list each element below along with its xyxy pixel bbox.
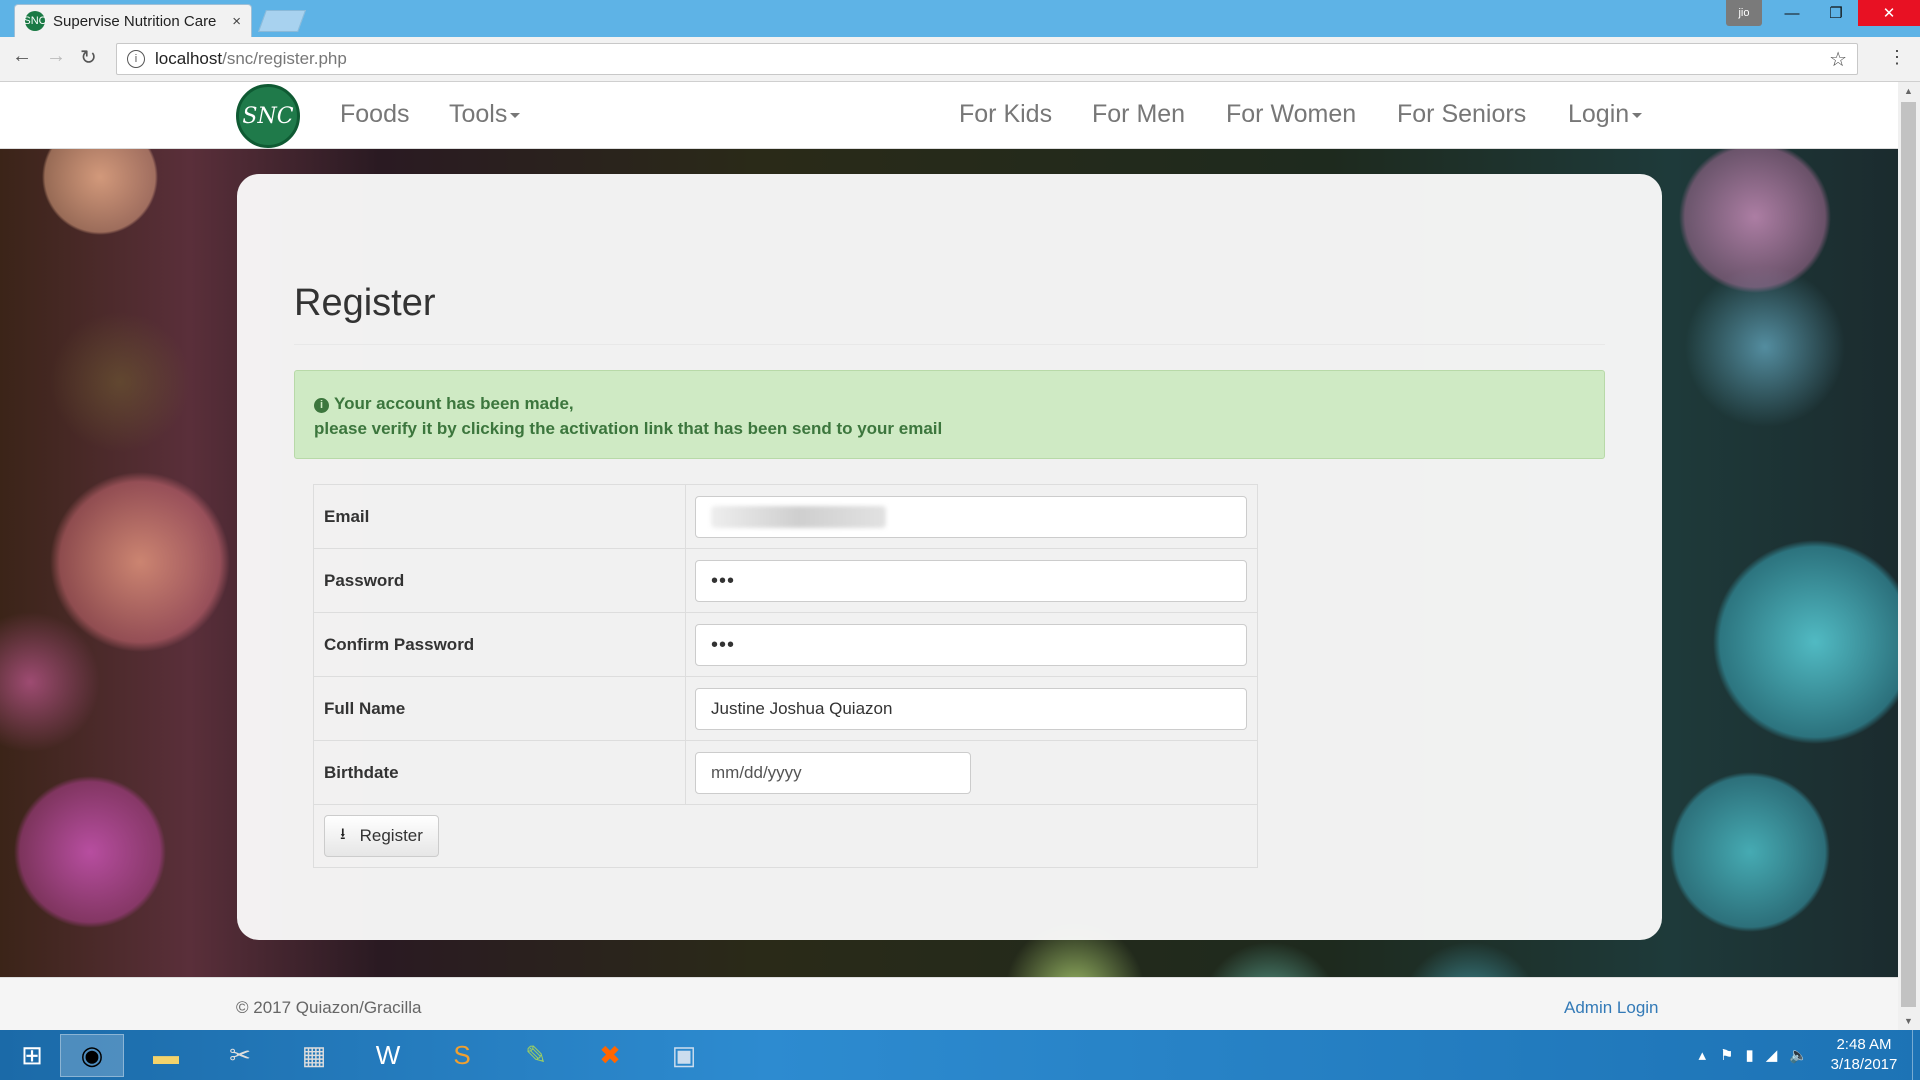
url-path: /snc/register.php bbox=[222, 49, 347, 68]
form-row-password: Password ••• bbox=[313, 548, 1258, 613]
show-desktop-button[interactable] bbox=[1912, 1030, 1920, 1080]
minimize-icon[interactable]: — bbox=[1770, 0, 1814, 26]
page-viewport: SNC Foods Tools For Kids For Men For Wom… bbox=[0, 82, 1898, 1030]
tab-close-icon[interactable]: × bbox=[232, 13, 241, 30]
birthdate-label: Birthdate bbox=[313, 740, 686, 805]
birthdate-placeholder: mm/dd/yyyy bbox=[711, 762, 802, 782]
email-field[interactable] bbox=[695, 495, 1247, 538]
tab-title: Supervise Nutrition Care bbox=[53, 12, 217, 30]
nav-for-men[interactable]: For Men bbox=[1092, 100, 1185, 129]
xampp-icon[interactable]: ✖ bbox=[578, 1034, 642, 1077]
photos-icon[interactable]: ▣ bbox=[652, 1034, 716, 1077]
redacted-email bbox=[711, 505, 886, 528]
tools-caret-icon bbox=[510, 112, 521, 118]
copyright-text: © 2017 Quiazon/Gracilla bbox=[236, 998, 422, 1017]
download-icon: ⭳ bbox=[340, 825, 346, 843]
tray-expand-icon[interactable]: ▴ bbox=[1699, 1046, 1707, 1064]
info-circle-icon: i bbox=[314, 398, 329, 413]
url-host: localhost bbox=[155, 49, 223, 68]
chrome-icon[interactable]: ◉ bbox=[60, 1034, 124, 1077]
alert-line-1: Your account has been made, bbox=[334, 394, 574, 413]
windows-taskbar: ⊞ ◉ ▬ ✂ ▦ W S ✎ ✖ ▣ ▴ ⚑ ▮ ◢ 🔈 2:48 AM 3/… bbox=[0, 1030, 1920, 1080]
start-windows-icon[interactable]: ⊞ bbox=[0, 1034, 64, 1077]
sublime-text-icon[interactable]: S bbox=[430, 1034, 494, 1077]
reload-icon[interactable]: ↻ bbox=[80, 45, 97, 70]
system-tray: ▴ ⚑ ▮ ◢ 🔈 2:48 AM 3/18/2017 bbox=[1699, 1030, 1920, 1080]
forward-arrow-icon[interactable]: → bbox=[46, 45, 66, 68]
register-panel: Register i Your account has been made, pl… bbox=[237, 174, 1662, 940]
form-row-confirm-password: Confirm Password ••• bbox=[313, 612, 1258, 677]
admin-login-link[interactable]: Admin Login bbox=[1564, 998, 1659, 1018]
register-button-label: Register bbox=[359, 826, 423, 845]
form-row-birthdate: Birthdate mm/dd/yyyy bbox=[313, 740, 1258, 805]
restore-icon[interactable]: ❐ bbox=[1814, 0, 1858, 26]
nav-for-kids[interactable]: For Kids bbox=[959, 100, 1052, 129]
full-name-field[interactable]: Justine Joshua Quiazon bbox=[695, 687, 1247, 730]
window-close-icon[interactable]: ✕ bbox=[1858, 0, 1920, 26]
profile-badge[interactable]: jio bbox=[1726, 0, 1762, 26]
notepad-icon[interactable]: ✎ bbox=[504, 1034, 568, 1077]
nav-for-women[interactable]: For Women bbox=[1226, 100, 1356, 129]
back-arrow-icon[interactable]: ← bbox=[12, 45, 32, 68]
scrollbar-thumb[interactable] bbox=[1901, 102, 1916, 1007]
password-field[interactable]: ••• bbox=[695, 559, 1247, 602]
signal-icon[interactable]: ◢ bbox=[1766, 1046, 1778, 1064]
file-explorer-icon[interactable]: ▬ bbox=[134, 1034, 198, 1077]
form-row-full-name: Full Name Justine Joshua Quiazon bbox=[313, 676, 1258, 741]
site-info-icon[interactable]: i bbox=[127, 50, 145, 68]
clock-date: 3/18/2017 bbox=[1830, 1056, 1898, 1073]
site-footer: © 2017 Quiazon/Gracilla Admin Login bbox=[0, 977, 1898, 1030]
taskbar-clock[interactable]: 2:48 AM 3/18/2017 bbox=[1816, 1035, 1912, 1075]
nav-tools[interactable]: Tools bbox=[449, 100, 521, 129]
browser-tab[interactable]: SNC Supervise Nutrition Care × bbox=[14, 4, 252, 37]
window-controls: jio — ❐ ✕ bbox=[1726, 0, 1920, 26]
bookmark-star-icon[interactable]: ☆ bbox=[1829, 47, 1847, 72]
birthdate-field[interactable]: mm/dd/yyyy bbox=[695, 751, 971, 794]
page-scrollbar[interactable]: ▲ ▼ bbox=[1898, 82, 1920, 1030]
nav-foods[interactable]: Foods bbox=[340, 100, 409, 129]
browser-tab-strip: SNC Supervise Nutrition Care × jio — ❐ ✕ bbox=[0, 0, 1920, 37]
nav-login[interactable]: Login bbox=[1568, 100, 1643, 129]
battery-icon[interactable]: ▮ bbox=[1746, 1046, 1754, 1064]
full-name-value: Justine Joshua Quiazon bbox=[711, 698, 893, 718]
nav-for-seniors[interactable]: For Seniors bbox=[1397, 100, 1526, 129]
title-divider bbox=[294, 344, 1605, 345]
volume-icon[interactable]: 🔈 bbox=[1789, 1046, 1808, 1064]
browser-menu-icon[interactable]: ⋮ bbox=[1888, 47, 1906, 68]
register-button[interactable]: ⭳ Register bbox=[324, 815, 439, 857]
clock-time: 2:48 AM bbox=[1836, 1036, 1892, 1053]
nav-login-label: Login bbox=[1568, 100, 1630, 128]
register-form: Email Password ••• Confirm Password ••• … bbox=[313, 484, 1258, 868]
password-label: Password bbox=[313, 548, 686, 613]
confirm-password-field[interactable]: ••• bbox=[695, 623, 1247, 666]
new-tab-button[interactable] bbox=[257, 10, 307, 32]
calculator-icon[interactable]: ▦ bbox=[282, 1034, 346, 1077]
alert-line-2: please verify it by clicking the activat… bbox=[314, 419, 943, 438]
flag-icon[interactable]: ⚑ bbox=[1720, 1046, 1733, 1064]
login-caret-icon bbox=[1632, 112, 1643, 118]
scroll-up-icon[interactable]: ▲ bbox=[1904, 86, 1913, 96]
nav-tools-label: Tools bbox=[449, 100, 508, 128]
full-name-label: Full Name bbox=[313, 676, 686, 741]
form-row-submit: ⭳ Register bbox=[313, 804, 1258, 868]
scroll-down-icon[interactable]: ▼ bbox=[1904, 1016, 1913, 1026]
site-navbar: SNC Foods Tools For Kids For Men For Wom… bbox=[0, 82, 1898, 149]
snipping-tool-icon[interactable]: ✂ bbox=[208, 1034, 272, 1077]
form-row-email: Email bbox=[313, 484, 1258, 549]
address-bar-row: ← → ↻ i localhost/snc/register.php ☆ ⋮ bbox=[0, 37, 1920, 82]
url-input[interactable]: i localhost/snc/register.php ☆ bbox=[116, 43, 1858, 75]
email-label: Email bbox=[313, 484, 686, 549]
page-title: Register bbox=[294, 282, 436, 324]
site-logo[interactable]: SNC bbox=[236, 84, 300, 148]
word-icon[interactable]: W bbox=[356, 1034, 420, 1077]
confirm-password-label: Confirm Password bbox=[313, 612, 686, 677]
site-favicon-icon: SNC bbox=[23, 11, 47, 31]
success-alert: i Your account has been made, please veri… bbox=[294, 370, 1605, 459]
